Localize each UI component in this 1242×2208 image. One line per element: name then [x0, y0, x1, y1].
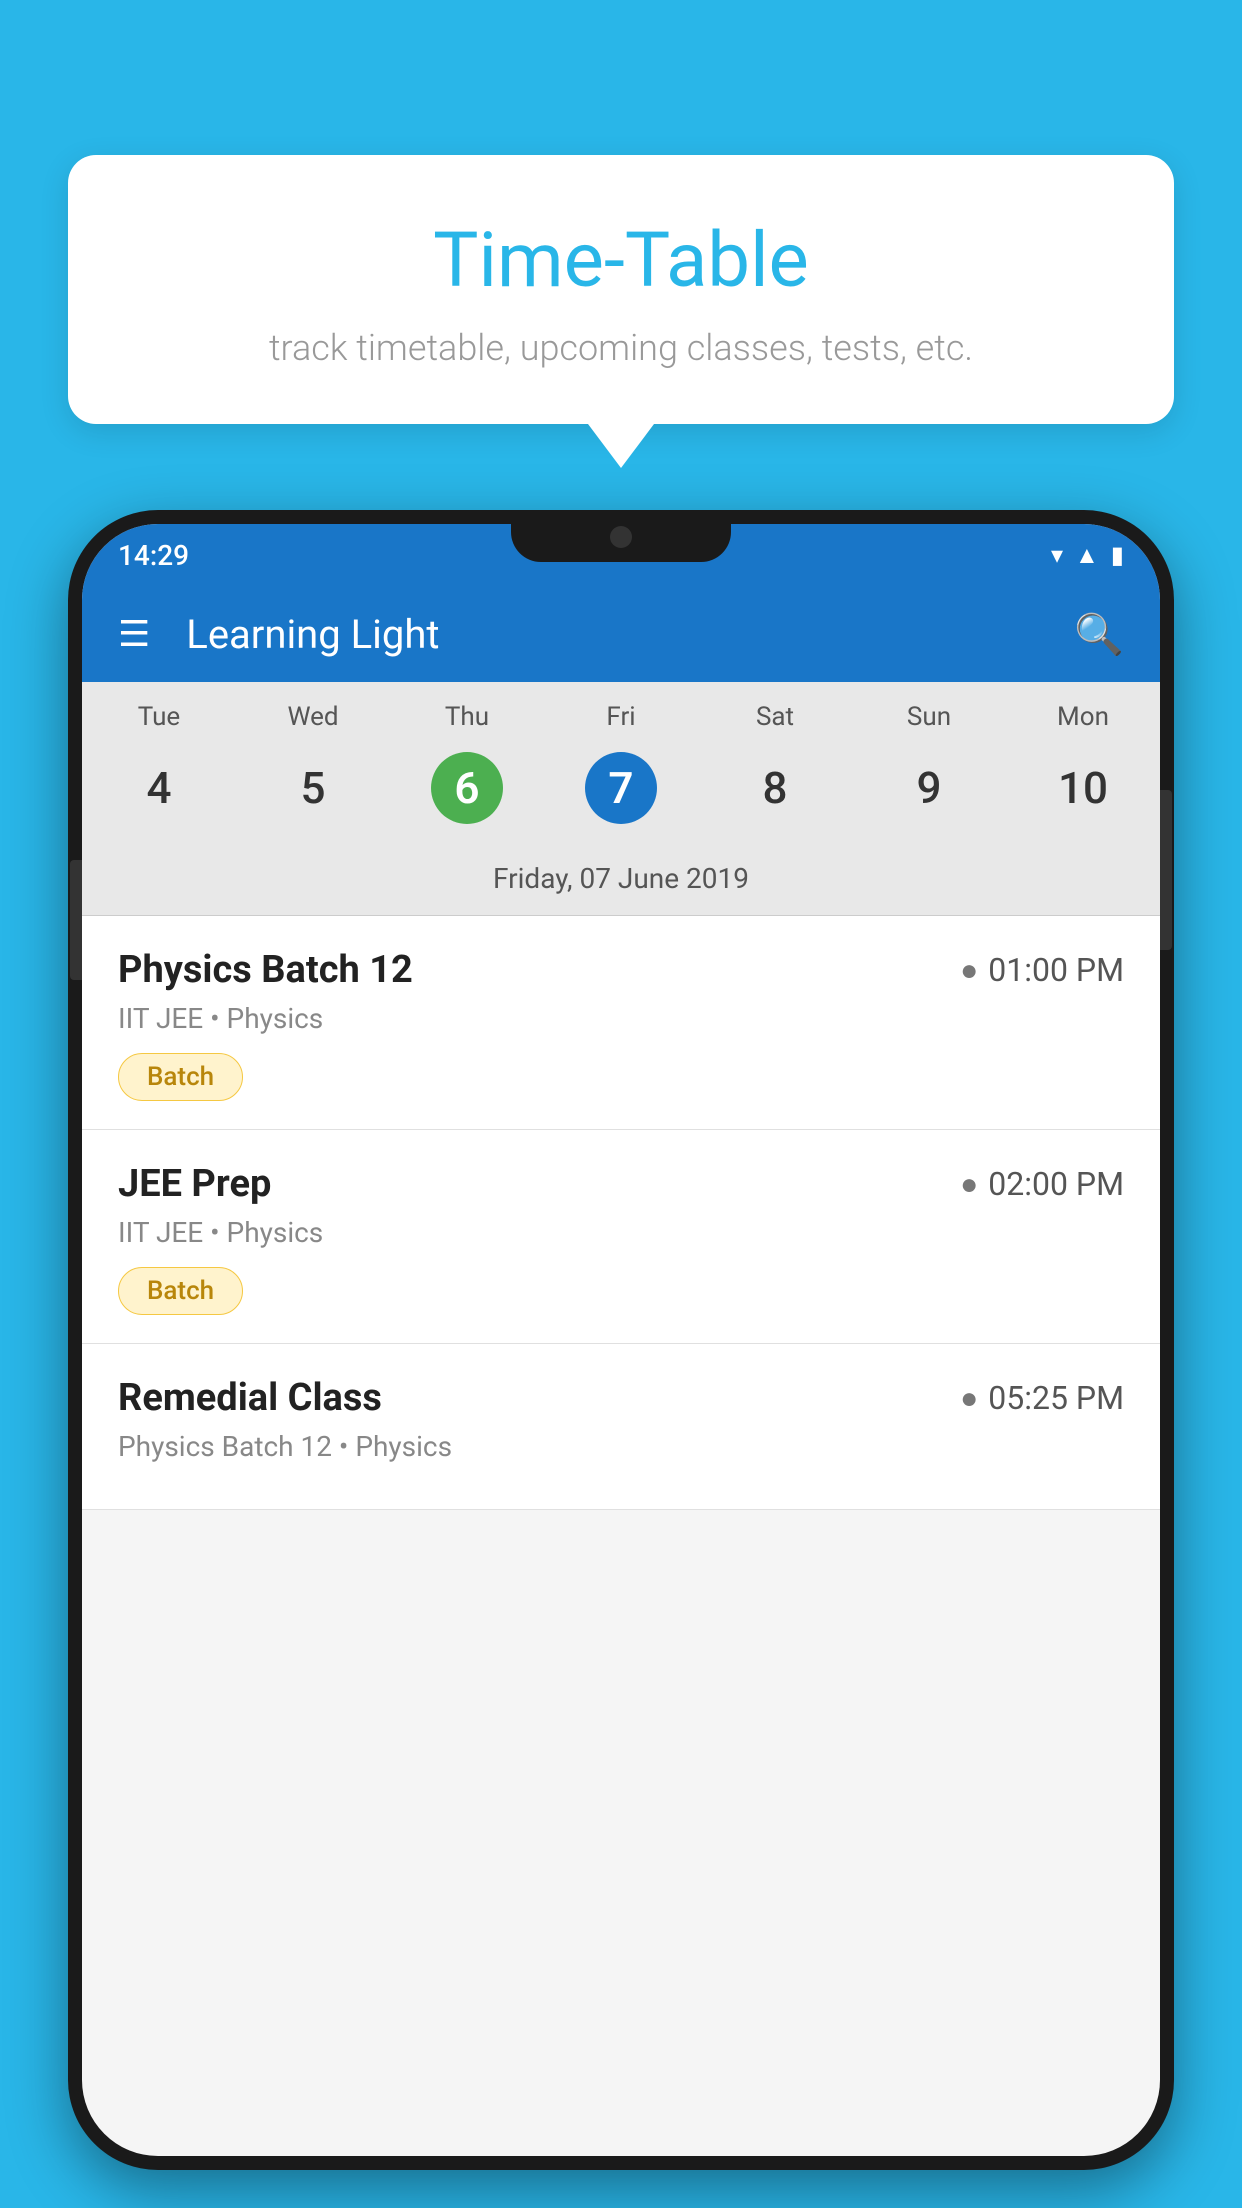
- item-detail-2: IIT JEE • Physics: [118, 1216, 1124, 1249]
- search-icon[interactable]: 🔍: [1074, 611, 1124, 658]
- day-7-selected[interactable]: 7: [544, 742, 698, 848]
- selected-date-label: Friday, 07 June 2019: [82, 848, 1160, 916]
- hamburger-icon[interactable]: ☰: [118, 616, 150, 652]
- battery-icon: ▮: [1111, 541, 1124, 569]
- day-9[interactable]: 9: [852, 752, 1006, 838]
- schedule-item-2[interactable]: JEE Prep ● 02:00 PM IIT JEE • Physics Ba…: [82, 1130, 1160, 1344]
- app-bar: ☰ Learning Light 🔍: [82, 586, 1160, 682]
- item-header-2: JEE Prep ● 02:00 PM: [118, 1162, 1124, 1206]
- day-header-fri: Fri: [544, 682, 698, 742]
- front-camera: [610, 526, 632, 548]
- schedule-item-3[interactable]: Remedial Class ● 05:25 PM Physics Batch …: [82, 1344, 1160, 1510]
- item-detail-1: IIT JEE • Physics: [118, 1002, 1124, 1035]
- app-title: Learning Light: [186, 611, 1038, 658]
- schedule-item-1[interactable]: Physics Batch 12 ● 01:00 PM IIT JEE • Ph…: [82, 916, 1160, 1130]
- day-header-sat: Sat: [698, 682, 852, 742]
- item-detail-3: Physics Batch 12 • Physics: [118, 1430, 1124, 1463]
- day-numbers: 4 5 6 7 8 9 10: [82, 742, 1160, 848]
- phone-notch: [511, 510, 731, 562]
- day-10[interactable]: 10: [1006, 752, 1160, 838]
- day-header-sun: Sun: [852, 682, 1006, 742]
- day-header-mon: Mon: [1006, 682, 1160, 742]
- batch-badge-1: Batch: [118, 1053, 243, 1101]
- signal-icon: ▲: [1075, 541, 1099, 570]
- day-8[interactable]: 8: [698, 752, 852, 838]
- phone-screen: 14:29 ▾ ▲ ▮ ☰ Learning Light 🔍 Tue Wed T…: [82, 524, 1160, 2156]
- day-headers: Tue Wed Thu Fri Sat Sun Mon: [82, 682, 1160, 742]
- volume-button: [70, 860, 82, 980]
- day-header-thu: Thu: [390, 682, 544, 742]
- phone-frame: 14:29 ▾ ▲ ▮ ☰ Learning Light 🔍 Tue Wed T…: [68, 510, 1174, 2170]
- clock-icon-1: ●: [960, 953, 978, 988]
- day-5[interactable]: 5: [236, 752, 390, 838]
- item-name-2: JEE Prep: [118, 1162, 271, 1206]
- item-time-3: ● 05:25 PM: [960, 1379, 1124, 1417]
- status-icons: ▾ ▲ ▮: [1051, 541, 1124, 570]
- tooltip-subtitle: track timetable, upcoming classes, tests…: [118, 327, 1124, 369]
- item-header-1: Physics Batch 12 ● 01:00 PM: [118, 948, 1124, 992]
- schedule-list: Physics Batch 12 ● 01:00 PM IIT JEE • Ph…: [82, 916, 1160, 1510]
- power-button: [1160, 790, 1172, 950]
- clock-icon-2: ●: [960, 1167, 978, 1202]
- day-6-today[interactable]: 6: [390, 742, 544, 848]
- day-header-wed: Wed: [236, 682, 390, 742]
- clock-icon-3: ●: [960, 1381, 978, 1416]
- item-time-2: ● 02:00 PM: [960, 1165, 1124, 1203]
- wifi-icon: ▾: [1051, 541, 1063, 569]
- tooltip-card: Time-Table track timetable, upcoming cla…: [68, 155, 1174, 424]
- item-time-1: ● 01:00 PM: [960, 951, 1124, 989]
- batch-badge-2: Batch: [118, 1267, 243, 1315]
- tooltip-title: Time-Table: [118, 215, 1124, 305]
- status-time: 14:29: [118, 539, 189, 572]
- day-header-tue: Tue: [82, 682, 236, 742]
- item-name-1: Physics Batch 12: [118, 948, 413, 992]
- calendar-strip: Tue Wed Thu Fri Sat Sun Mon 4 5 6 7 8 9 …: [82, 682, 1160, 916]
- item-header-3: Remedial Class ● 05:25 PM: [118, 1376, 1124, 1420]
- item-name-3: Remedial Class: [118, 1376, 382, 1420]
- day-4[interactable]: 4: [82, 752, 236, 838]
